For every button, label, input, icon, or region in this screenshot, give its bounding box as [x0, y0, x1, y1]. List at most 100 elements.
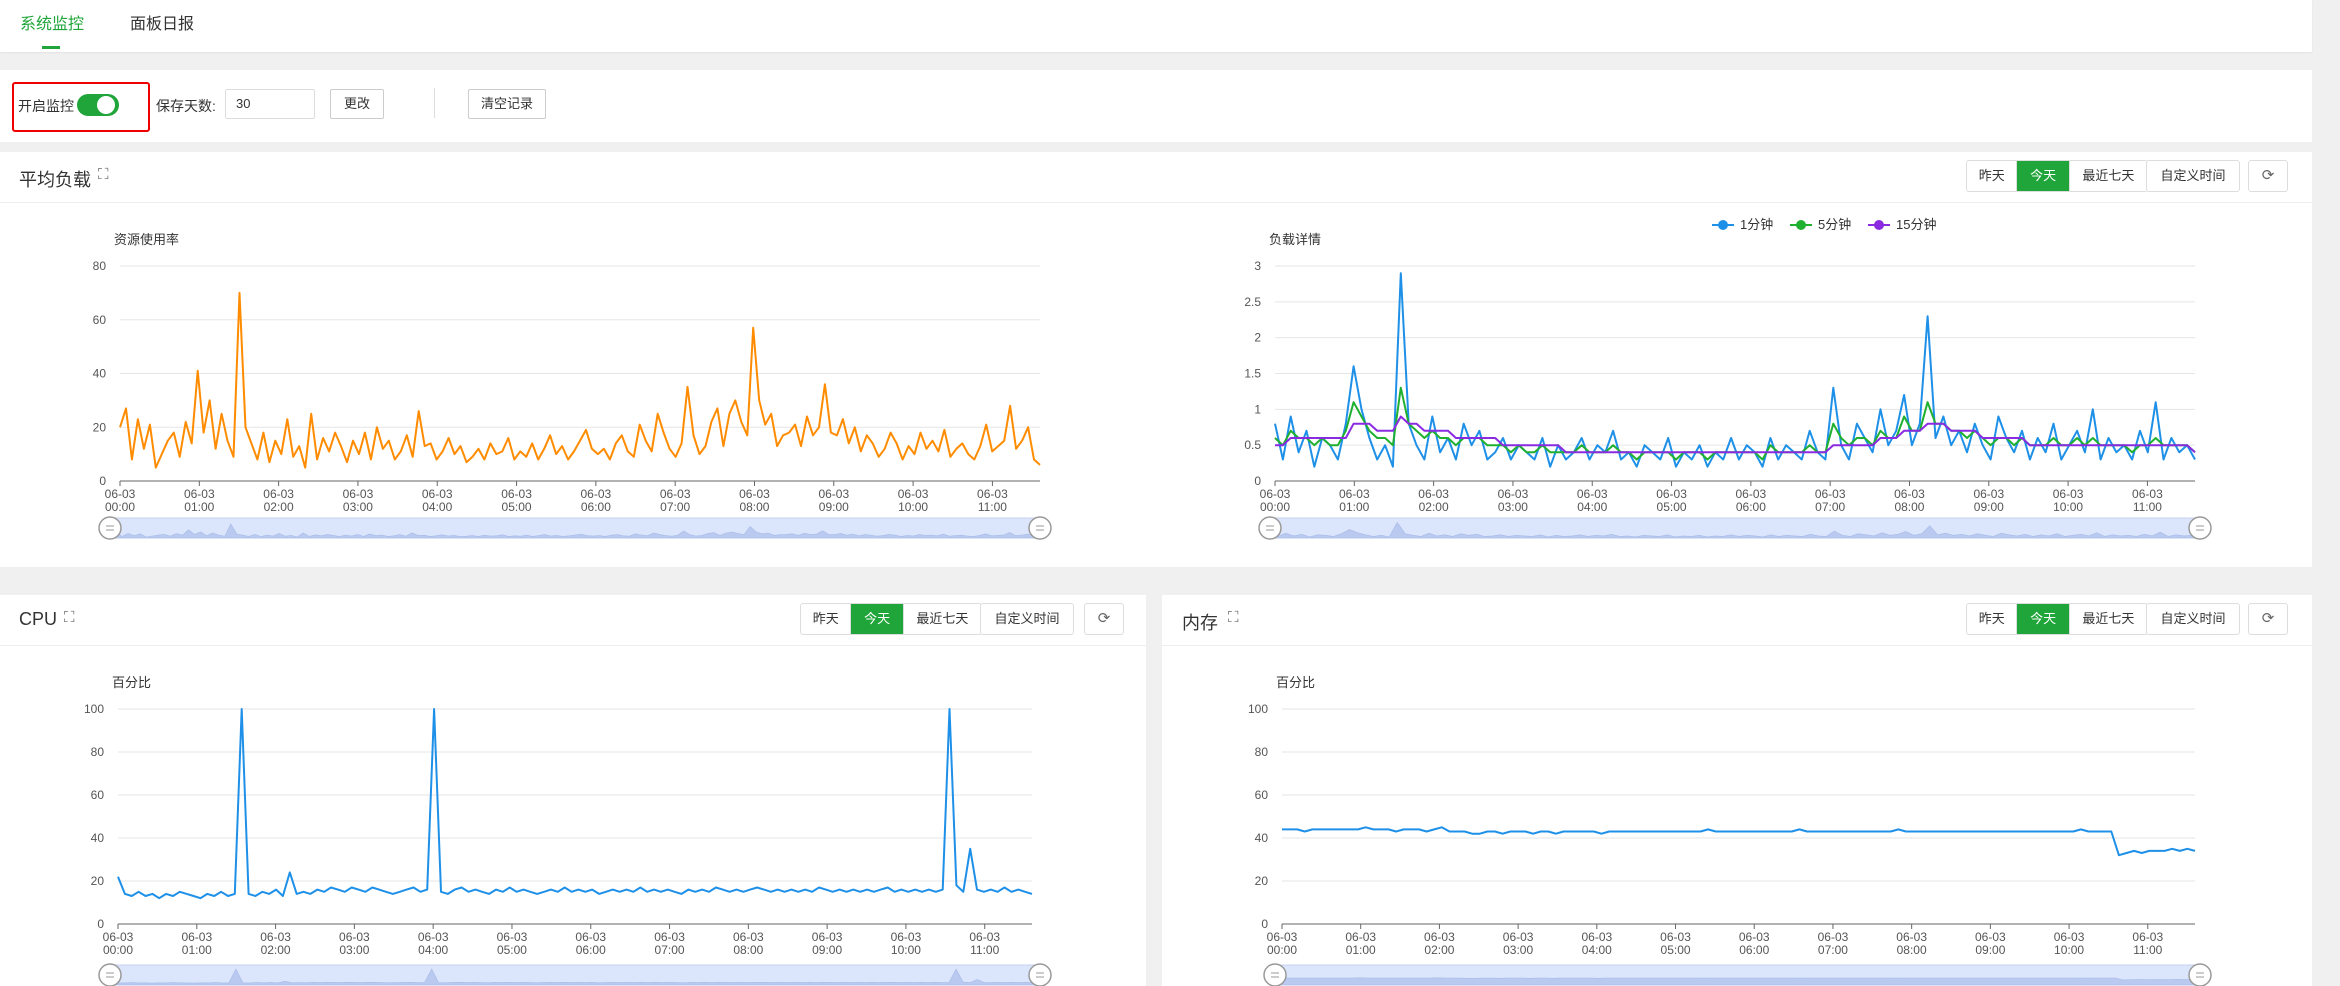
x-tick-label: 10:00: [2054, 943, 2084, 957]
legend-label[interactable]: 5分钟: [1818, 217, 1851, 232]
y-tick-label: 60: [1255, 788, 1269, 802]
x-tick-label: 06-03: [1339, 487, 1370, 501]
x-tick-label: 10:00: [2053, 500, 2083, 514]
x-tick-label: 06-03: [2053, 487, 2084, 501]
x-tick-label: 04:00: [418, 943, 448, 957]
x-tick-label: 06-03: [343, 487, 374, 501]
x-tick-label: 07:00: [1815, 500, 1845, 514]
x-tick-label: 01:00: [1346, 943, 1376, 957]
x-tick-label: 06-03: [1894, 487, 1925, 501]
y-tick-label: 80: [91, 745, 105, 759]
x-tick-label: 06-03: [1418, 487, 1449, 501]
x-tick-label: 06-03: [1973, 487, 2004, 501]
x-tick-label: 03:00: [343, 500, 373, 514]
zoom-handle[interactable]: [1028, 963, 1052, 986]
zoom-handle[interactable]: [1263, 963, 1287, 986]
chart-title: 百分比: [1276, 675, 1315, 690]
chart-title: 负载详情: [1269, 232, 1321, 247]
x-tick-label: 02:00: [264, 500, 294, 514]
x-tick-label: 11:00: [2133, 943, 2162, 957]
x-tick-label: 06-03: [1424, 930, 1455, 944]
x-tick-label: 06-03: [1656, 487, 1687, 501]
x-tick-label: 06-03: [105, 487, 136, 501]
x-tick-label: 05:00: [1661, 943, 1691, 957]
x-tick-label: 06-03: [422, 487, 453, 501]
x-tick-label: 06:00: [1736, 500, 1766, 514]
x-tick-label: 06-03: [739, 487, 770, 501]
x-tick-label: 05:00: [497, 943, 527, 957]
y-tick-label: 0: [97, 917, 104, 931]
x-tick-label: 06-03: [1736, 487, 1767, 501]
x-tick-label: 06-03: [1815, 487, 1846, 501]
series-line-1: [1282, 826, 2196, 857]
chart-title: 百分比: [112, 675, 151, 690]
legend-label[interactable]: 15分钟: [1896, 217, 1936, 232]
zoom-handle[interactable]: [1258, 516, 1282, 540]
x-tick-label: 06-03: [184, 487, 215, 501]
x-tick-label: 06-03: [339, 930, 370, 944]
x-tick-label: 01:00: [182, 943, 212, 957]
x-tick-label: 05:00: [1657, 500, 1687, 514]
x-tick-label: 08:00: [739, 500, 769, 514]
x-tick-label: 00:00: [105, 500, 135, 514]
x-tick-label: 08:00: [733, 943, 763, 957]
x-tick-label: 06:00: [581, 500, 611, 514]
zoom-slider-track[interactable]: [109, 964, 1041, 986]
y-tick-label: 20: [91, 874, 105, 888]
x-tick-label: 00:00: [103, 943, 133, 957]
legend-label[interactable]: 1分钟: [1740, 217, 1773, 232]
zoom-handle[interactable]: [2188, 516, 2212, 540]
x-tick-label: 06-03: [2054, 930, 2085, 944]
x-tick-label: 06:00: [1739, 943, 1769, 957]
x-tick-label: 02:00: [1419, 500, 1449, 514]
x-tick-label: 06:00: [576, 943, 606, 957]
x-tick-label: 06-03: [581, 487, 612, 501]
x-tick-label: 02:00: [1424, 943, 1454, 957]
x-tick-label: 06-03: [733, 930, 764, 944]
x-tick-label: 06-03: [1660, 930, 1691, 944]
y-tick-label: 1.5: [1244, 367, 1261, 381]
x-tick-label: 07:00: [655, 943, 685, 957]
y-tick-label: 40: [93, 367, 107, 381]
series-line-1: [117, 708, 1033, 900]
x-tick-label: 09:00: [819, 500, 849, 514]
x-tick-label: 00:00: [1260, 500, 1290, 514]
x-tick-label: 06-03: [898, 487, 929, 501]
zoom-handle[interactable]: [98, 963, 122, 986]
x-tick-label: 04:00: [422, 500, 452, 514]
x-tick-label: 06-03: [1345, 930, 1376, 944]
x-tick-label: 06-03: [263, 487, 294, 501]
y-tick-label: 80: [1255, 745, 1269, 759]
charts-layer: 资源使用率02040608006-0300:0006-0301:0006-030…: [84, 217, 2212, 986]
x-tick-label: 06-03: [969, 930, 1000, 944]
y-tick-label: 0.5: [1244, 438, 1261, 452]
y-tick-label: 1: [1254, 402, 1261, 416]
zoom-slider-preview: [1274, 977, 2201, 986]
x-tick-label: 11:00: [2133, 500, 2162, 514]
x-tick-label: 06-03: [660, 487, 691, 501]
x-tick-label: 06-03: [654, 930, 685, 944]
x-tick-label: 06-03: [812, 930, 843, 944]
x-tick-label: 04:00: [1577, 500, 1607, 514]
y-tick-label: 2: [1254, 331, 1261, 345]
y-tick-label: 0: [1254, 474, 1261, 488]
x-tick-label: 08:00: [1897, 943, 1927, 957]
x-tick-label: 07:00: [660, 500, 690, 514]
y-tick-label: 100: [84, 702, 104, 716]
x-tick-label: 06-03: [977, 487, 1008, 501]
x-tick-label: 06-03: [1818, 930, 1849, 944]
zoom-handle[interactable]: [1028, 516, 1052, 540]
legend-marker: [1874, 220, 1884, 230]
x-tick-label: 06-03: [575, 930, 606, 944]
x-tick-label: 06-03: [1975, 930, 2006, 944]
zoom-handle[interactable]: [98, 516, 122, 540]
legend-marker: [1718, 220, 1728, 230]
y-tick-label: 40: [1255, 831, 1269, 845]
x-tick-label: 06-03: [2132, 487, 2163, 501]
zoom-handle[interactable]: [2188, 963, 2212, 986]
x-tick-label: 03:00: [1498, 500, 1528, 514]
x-tick-label: 09:00: [1975, 943, 2005, 957]
x-tick-label: 10:00: [898, 500, 928, 514]
x-tick-label: 09:00: [1974, 500, 2004, 514]
x-tick-label: 07:00: [1818, 943, 1848, 957]
